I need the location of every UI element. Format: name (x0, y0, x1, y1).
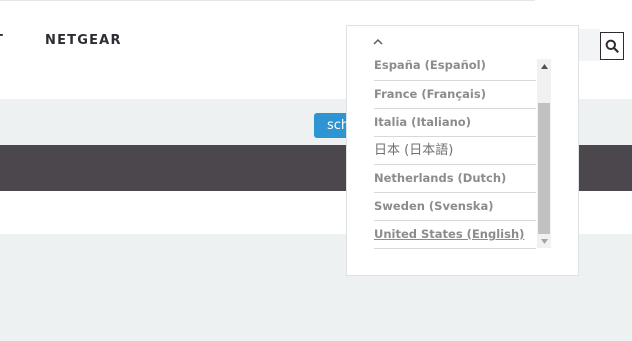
language-dropdown: España (Español) France (Français) Itali… (346, 25, 579, 276)
scrollbar-thumb[interactable] (538, 103, 550, 234)
nav-item-netgear[interactable]: NETGEAR (45, 33, 122, 48)
language-item-france[interactable]: France (Français) (374, 81, 536, 109)
scroll-down-arrow-icon[interactable] (537, 234, 551, 248)
language-item-sweden[interactable]: Sweden (Svenska) (374, 193, 536, 221)
top-strip (0, 0, 632, 9)
language-item-espana[interactable]: España (Español) (374, 57, 536, 81)
language-item-japan[interactable]: 日本 (日本語) (374, 137, 536, 165)
language-item-italia[interactable]: Italia (Italiano) (374, 109, 536, 137)
dropdown-scrollbar[interactable] (537, 59, 551, 248)
language-item-netherlands[interactable]: Netherlands (Dutch) (374, 165, 536, 193)
language-list: España (Español) France (Français) Itali… (374, 57, 536, 249)
language-item-united-states[interactable]: United States (English) (374, 221, 536, 249)
nav-item-partial[interactable]: T (0, 33, 4, 48)
top-divider (0, 0, 535, 1)
scroll-up-arrow-icon[interactable] (537, 59, 551, 73)
chevron-up-icon[interactable] (373, 34, 383, 48)
search-icon (605, 39, 619, 53)
search-button[interactable] (600, 32, 624, 60)
